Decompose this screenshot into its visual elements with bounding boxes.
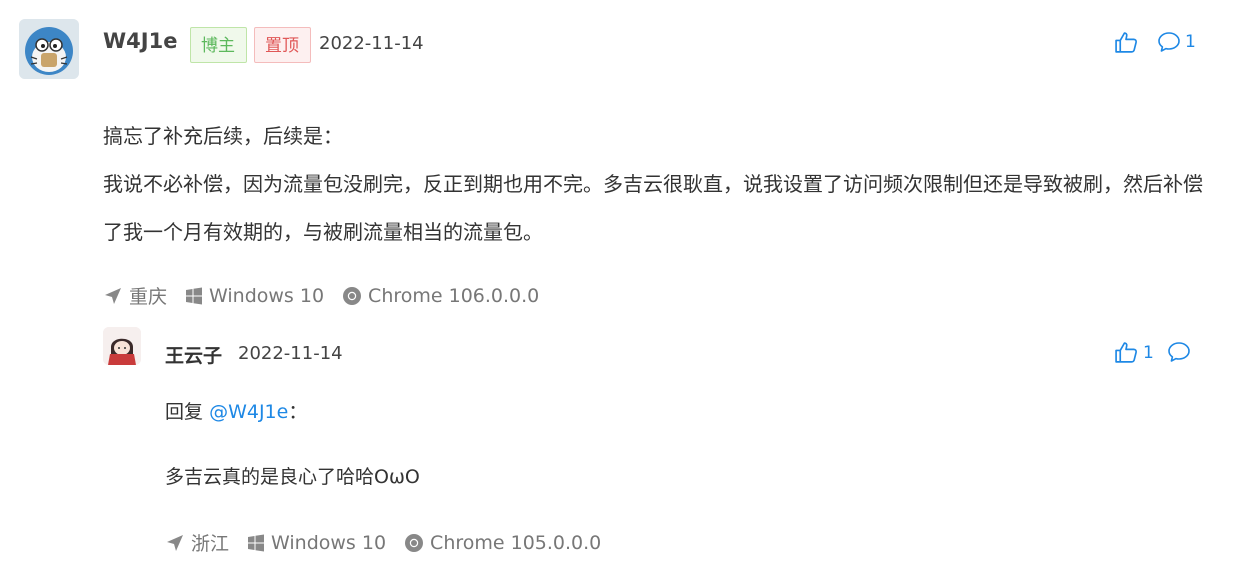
reply-prefix: 回复 xyxy=(165,401,204,423)
meta-os: Windows 10 xyxy=(247,532,386,554)
meta-location: 浙江 xyxy=(165,529,229,556)
reply-count: 1 xyxy=(1185,32,1196,52)
comment-meta: 重庆 Windows 10 Chrome 106.0.0.0 xyxy=(103,282,557,309)
avatar-image xyxy=(19,19,79,79)
comment-author[interactable]: W4J1e xyxy=(103,29,177,53)
location-label: 重庆 xyxy=(129,286,168,308)
comment-paragraph: 我说不必补偿，因为流量包没刷完，反正到期也用不完。多吉云很耿直，说我设置了访问频… xyxy=(103,172,1203,244)
reply-date: 2022-11-14 xyxy=(238,343,343,364)
reply-avatar-image xyxy=(103,327,141,365)
reply-button[interactable]: 1 xyxy=(1157,31,1196,53)
os-label: Windows 10 xyxy=(209,284,325,307)
windows-icon xyxy=(186,287,203,304)
browser-label: Chrome 106.0.0.0 xyxy=(368,284,540,307)
reply-colon: ： xyxy=(288,401,308,423)
reply-reply-button[interactable] xyxy=(1167,341,1191,363)
location-arrow-icon xyxy=(105,287,121,304)
browser-label: Chrome 105.0.0.0 xyxy=(430,531,602,554)
comment-paragraph: 搞忘了补充后续，后续是： xyxy=(103,124,343,148)
location-label: 浙江 xyxy=(191,533,230,555)
meta-browser: Chrome 106.0.0.0 xyxy=(342,285,539,307)
thumbs-up-icon xyxy=(1115,32,1138,53)
reply-target-line: 回复 @W4J1e： xyxy=(165,397,307,424)
os-label: Windows 10 xyxy=(271,531,387,554)
like-count: 1 xyxy=(1143,342,1154,363)
reply-like-button[interactable]: 1 xyxy=(1114,340,1154,365)
reply-meta: 浙江 Windows 10 Chrome 105.0.0.0 xyxy=(165,529,619,556)
chrome-icon xyxy=(405,533,424,552)
windows-icon xyxy=(248,534,265,551)
thumbs-up-icon xyxy=(1115,342,1138,363)
like-button[interactable] xyxy=(1114,30,1139,55)
avatar[interactable] xyxy=(19,19,79,79)
chrome-icon xyxy=(343,286,362,305)
reply-content: 多吉云真的是良心了哈哈OωO xyxy=(165,466,420,488)
location-arrow-icon xyxy=(167,534,183,551)
reply-author[interactable]: 王云子 xyxy=(165,341,222,368)
meta-os: Windows 10 xyxy=(185,285,324,307)
comment-bubble-icon xyxy=(1158,32,1180,52)
mention-link[interactable]: @W4J1e xyxy=(209,401,288,423)
comment-bubble-icon xyxy=(1168,342,1190,362)
meta-browser: Chrome 105.0.0.0 xyxy=(404,532,601,554)
reply-avatar[interactable] xyxy=(103,327,141,365)
author-badge: 博主 xyxy=(190,27,247,63)
comment-date: 2022-11-14 xyxy=(319,33,424,54)
comment-content: 搞忘了补充后续，后续是： 我说不必补偿，因为流量包没刷完，反正到期也用不完。多吉… xyxy=(103,112,1203,256)
pinned-badge: 置顶 xyxy=(254,27,311,63)
meta-location: 重庆 xyxy=(103,282,167,309)
